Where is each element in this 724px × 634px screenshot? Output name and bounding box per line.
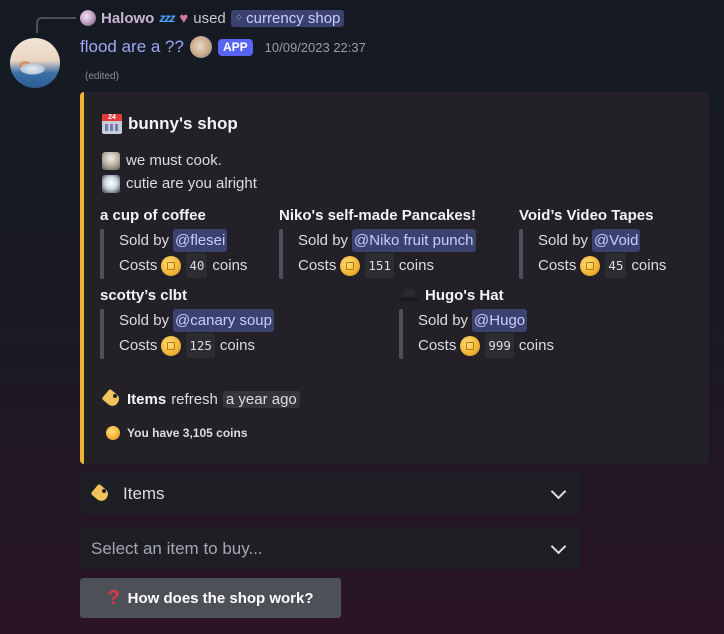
sold-by-label: Sold by — [538, 232, 589, 249]
coin-icon — [340, 255, 361, 276]
buy-select-placeholder: Select an item to buy... — [91, 538, 263, 558]
heart-icon: ♥ — [179, 9, 189, 27]
shop-item-field: Hugo's Hat Sold by @Hugo Costs 999 coins — [399, 285, 554, 359]
coin-icon — [460, 335, 481, 356]
refresh-time[interactable]: a year ago — [222, 390, 300, 408]
items-select-label: Items — [123, 483, 165, 503]
coin-balance: You have 3,105 coins — [106, 426, 248, 440]
message-timestamp[interactable]: 10/09/2023 22:37 — [265, 40, 366, 55]
how-shop-works-button[interactable]: ? How does the shop work? — [80, 578, 341, 618]
item-price: 125 — [185, 332, 216, 359]
embed-title-text: bunny's shop — [128, 114, 238, 133]
reply-username[interactable]: Halowo — [101, 10, 154, 27]
bunny-emoji-icon — [189, 36, 212, 58]
item-price: 151 — [364, 252, 395, 279]
sleeping-zzz-icon: zzz — [159, 11, 175, 25]
costs-label: Costs — [418, 337, 457, 354]
question-mark-icon: ? — [107, 586, 120, 609]
description-line: cutie are you alright — [102, 172, 257, 195]
coin-icon — [161, 335, 182, 356]
chevron-down-icon — [550, 483, 567, 499]
costs-label: Costs — [298, 257, 337, 274]
edited-marker: (edited) — [85, 71, 119, 82]
cooking-bunny-icon — [102, 151, 120, 170]
reply-used-text: used — [193, 9, 226, 27]
coin-icon — [161, 255, 182, 276]
bot-username[interactable]: flood are a ?? — [80, 37, 184, 57]
seller-mention[interactable]: @Void — [592, 229, 641, 252]
coin-icon — [106, 426, 120, 440]
reply-connector — [36, 17, 76, 33]
item-details: Sold by @Void Costs 45 coins — [519, 229, 666, 279]
seller-mention[interactable]: @flesei — [173, 229, 228, 252]
buy-item-select-menu[interactable]: Select an item to buy... — [80, 528, 580, 569]
convenience-store-icon: 24 — [102, 114, 122, 134]
reply-user-avatar[interactable] — [80, 10, 96, 26]
embed-title: 24 bunny's shop — [102, 114, 238, 134]
coins-label: coins — [398, 257, 434, 274]
item-details: Sold by @Hugo Costs 999 coins — [399, 309, 554, 359]
balance-text: You have 3,105 coins — [127, 426, 248, 440]
help-button-label: How does the shop work? — [127, 589, 314, 607]
sold-by-label: Sold by — [298, 232, 349, 249]
item-price: 40 — [185, 252, 209, 279]
cute-bunny-icon — [102, 174, 120, 193]
coins-label: coins — [219, 337, 255, 354]
seller-mention[interactable]: @Niko fruit punch — [352, 229, 476, 252]
shop-item-field: a cup of coffee Sold by @flesei Costs 40 co… — [100, 205, 247, 279]
coins-label: coins — [518, 337, 554, 354]
item-name: Void’s Video Tapes — [519, 207, 654, 224]
slash-command-name: currency shop — [246, 9, 341, 27]
item-name: Niko's self-made Pancakes! — [279, 207, 476, 224]
item-price: 999 — [484, 332, 515, 359]
app-badge: APP — [217, 38, 253, 56]
coins-label: coins — [212, 257, 248, 274]
costs-label: Costs — [538, 257, 577, 274]
items-select-content: Items — [91, 484, 165, 504]
items-select-menu[interactable]: Items — [80, 473, 580, 514]
item-price: 45 — [604, 252, 628, 279]
item-name-row: Hugo's Hat — [399, 285, 554, 307]
shop-item-field: scotty’s clbt Sold by @canary soup Costs 1… — [100, 285, 274, 359]
sold-by-label: Sold by — [119, 312, 170, 329]
label-tag-icon — [102, 390, 122, 408]
bot-avatar[interactable] — [10, 38, 60, 88]
items-label: Items — [127, 390, 167, 408]
seller-mention[interactable]: @Hugo — [472, 309, 528, 332]
reply-reference[interactable]: Halowo zzz ♥ used ⁘ currency shop — [80, 7, 345, 29]
label-tag-icon — [91, 485, 111, 503]
embed-description: we must cook. cutie are you alright — [102, 149, 257, 195]
description-text: we must cook. — [126, 152, 222, 169]
sold-by-label: Sold by — [418, 312, 469, 329]
description-text: cutie are you alright — [126, 175, 257, 192]
item-details: Sold by @flesei Costs 40 coins — [100, 229, 247, 279]
item-name: a cup of coffee — [100, 207, 206, 224]
refresh-text: refresh — [171, 390, 218, 408]
costs-label: Costs — [119, 337, 158, 354]
chevron-down-icon — [550, 538, 567, 554]
shop-item-field: Void’s Video Tapes Sold by @Void Costs 45 c… — [519, 205, 666, 279]
shop-embed: 24 bunny's shop we must cook. cutie are … — [80, 92, 709, 464]
sold-by-label: Sold by — [119, 232, 170, 249]
shop-item-field: Niko's self-made Pancakes! Sold by @Niko … — [279, 205, 476, 279]
item-details: Sold by @Niko fruit punch Costs 151 coins — [279, 229, 476, 279]
description-line: we must cook. — [102, 149, 257, 172]
top-hat-icon — [399, 289, 419, 303]
item-name: scotty’s clbt — [100, 287, 187, 304]
refresh-info: Items refresh a year ago — [102, 390, 300, 408]
coins-label: coins — [631, 257, 667, 274]
costs-label: Costs — [119, 257, 158, 274]
message-header: flood are a ?? APP 10/09/2023 22:37 — [80, 35, 366, 59]
item-details: Sold by @canary soup Costs 125 coins — [100, 309, 274, 359]
slash-command-chip[interactable]: ⁘ currency shop — [230, 9, 345, 27]
seller-mention[interactable]: @canary soup — [173, 309, 274, 332]
coin-icon — [580, 255, 601, 276]
command-grid-icon: ⁘ — [234, 12, 243, 24]
item-name: Hugo's Hat — [425, 287, 504, 304]
